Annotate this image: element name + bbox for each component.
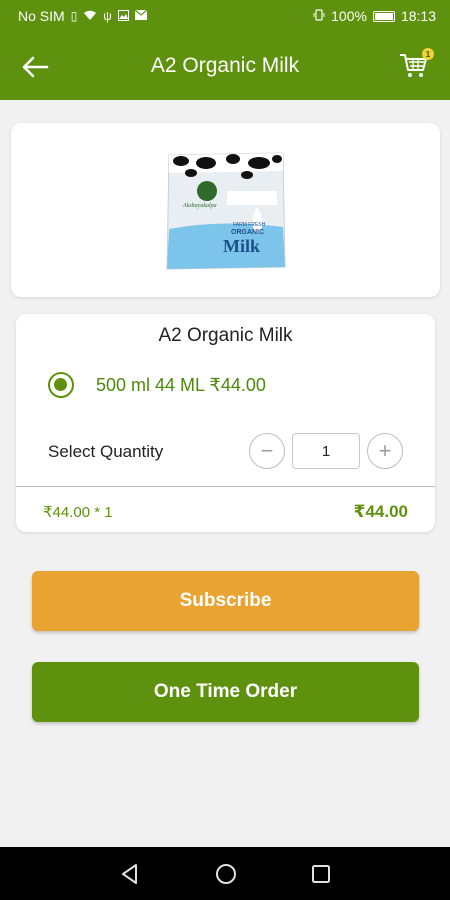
sim-icon: ▯: [70, 9, 78, 23]
variant-label: 500 ml 44 ML ₹44.00: [96, 374, 266, 395]
package-brand: Akshayakalpa: [182, 203, 217, 209]
subscribe-button[interactable]: Subscribe: [32, 571, 419, 631]
carrier-text: No SIM: [18, 8, 65, 24]
wifi-icon: [83, 10, 97, 23]
battery-percent: 100%: [331, 8, 367, 24]
product-detail-card: A2 Organic Milk 500 ml 44 ML ₹44.00 Sele…: [16, 314, 435, 532]
package-line1: FARM FRESH: [233, 222, 266, 228]
vibrate-icon: [313, 9, 325, 23]
app-bar: A2 Organic Milk 1: [0, 32, 450, 100]
package-line2: ORGANIC: [231, 229, 264, 236]
plus-icon: +: [378, 438, 392, 463]
square-recents-icon: [312, 865, 330, 883]
clock: 18:13: [400, 8, 436, 24]
status-right: 100% 18:13: [313, 8, 436, 24]
nav-back-button[interactable]: [118, 862, 142, 886]
nav-home-button[interactable]: [214, 862, 238, 886]
quantity-input[interactable]: [292, 433, 360, 469]
product-name: A2 Organic Milk: [158, 325, 293, 346]
total-price: ₹44.00: [353, 502, 408, 521]
image-notification-icon: [117, 9, 129, 23]
variant-option[interactable]: 500 ml 44 ML ₹44.00: [48, 372, 266, 398]
battery-icon: [372, 10, 395, 22]
cart-count-badge: 1: [422, 48, 434, 60]
product-image-card: FARM FRESH ORGANIC Milk Akshayakalpa: [11, 123, 440, 297]
quantity-label: Select Quantity: [48, 442, 164, 461]
status-bar: No SIM ▯ ψ 100% 18:13: [0, 0, 450, 32]
decrease-quantity-button[interactable]: −: [249, 433, 285, 469]
nav-recents-button[interactable]: [309, 862, 333, 886]
minus-icon: −: [260, 438, 274, 463]
cart-button[interactable]: 1: [398, 48, 434, 82]
triangle-back-icon: [122, 864, 137, 884]
usb-icon: ψ: [103, 9, 112, 23]
circle-home-icon: [216, 864, 236, 884]
variant-radio[interactable]: [48, 372, 74, 398]
divider: [16, 486, 435, 487]
package-line3: Milk: [223, 236, 260, 256]
unit-price-line: ₹44.00 * 1: [43, 504, 113, 521]
mail-icon: [134, 9, 148, 22]
increase-quantity-button[interactable]: +: [367, 433, 403, 469]
system-navigation-bar: [0, 847, 450, 900]
page-title: A2 Organic Milk: [150, 54, 300, 77]
one-time-order-button[interactable]: One Time Order: [32, 662, 419, 722]
milk-packet-image: FARM FRESH ORGANIC Milk Akshayakalpa: [166, 152, 286, 270]
status-left: No SIM ▯ ψ: [18, 8, 148, 24]
